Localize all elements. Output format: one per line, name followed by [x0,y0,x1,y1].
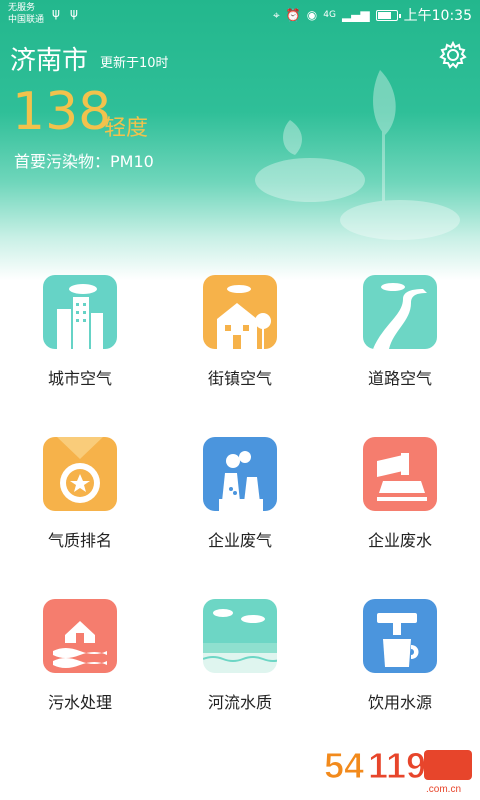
aqi-level: 轻度 [104,116,149,141]
tile-label: 气质排名 [47,531,112,550]
city-icon [43,275,117,349]
tile-label: 污水处理 [47,693,112,712]
tile-label: 企业废气 [207,531,272,550]
clock: 上午10:35 [403,8,472,24]
aqi-value: 138 [12,82,112,142]
factory-icon [203,437,277,511]
gear-icon[interactable] [438,40,468,70]
tile-road-air[interactable]: 道路空气 [320,275,480,389]
house-icon [203,275,277,349]
sewage-icon [43,599,117,673]
carrier-info: 无服务 中国联通 [8,2,44,26]
pipe-icon [363,437,437,511]
battery-icon [375,9,401,21]
tile-sewage-treatment[interactable]: 污水处理 [0,599,160,713]
network-type: 4G [323,10,336,20]
city-name[interactable]: 济南市 [10,40,88,77]
battery-fill [377,11,391,19]
tile-quality-ranking[interactable]: 气质排名 [0,437,160,551]
svg-text:119: 119 [368,745,426,786]
svg-text:54: 54 [324,745,364,786]
tile-enterprise-gas[interactable]: 企业废气 [160,437,320,551]
usb-debug-icon: ψ [70,6,78,20]
alarm-icon: ⏰ [285,8,301,22]
tile-label: 饮用水源 [367,693,432,712]
location-icon: ⌖ [273,7,280,22]
tile-label: 企业废水 [367,531,432,550]
tile-enterprise-water[interactable]: 企业废水 [320,437,480,551]
tile-town-air[interactable]: 街镇空气 [160,275,320,389]
svg-text:.com.cn: .com.cn [426,784,461,795]
signal-icon: ▂▄▆ [341,8,370,22]
header-banner: 无服务 中国联通 ψ ψ ⌖ ⏰ ◉ 4G ▂▄▆ 上午10:35 济南市 更新… [0,0,480,280]
tile-city-air[interactable]: 城市空气 [0,275,160,389]
road-icon [363,275,437,349]
tap-icon [363,599,437,673]
tile-label: 城市空气 [47,369,112,388]
tile-label: 河流水质 [207,693,272,712]
tile-label: 街镇空气 [207,369,272,388]
medal-icon [43,437,117,511]
usb-icon: ψ [52,6,60,20]
eye-icon: ◉ [306,8,318,22]
tile-label: 道路空气 [367,369,432,388]
tile-river-quality[interactable]: 河流水质 [160,599,320,713]
feature-grid: 城市空气 街镇空气 道路空气 气质排名 企业废气 企业废水 污水处理 河流水质 … [0,275,480,713]
tile-drinking-water[interactable]: 饮用水源 [320,599,480,713]
watermark-logo: 54 119 .com.cn [324,742,474,796]
status-icons: ⌖ ⏰ ◉ 4G ▂▄▆ 上午10:35 [273,5,472,25]
update-time: 更新于10时 [100,56,169,71]
carrier-line1: 无服务 [8,3,36,13]
status-bar: 无服务 中国联通 ψ ψ ⌖ ⏰ ◉ 4G ▂▄▆ 上午10:35 [0,0,480,32]
river-icon [203,599,277,673]
lotus-decoration-icon [255,70,460,240]
carrier-line2: 中国联通 [8,15,45,25]
primary-pollutant: 首要污染物：PM10 [14,152,154,171]
